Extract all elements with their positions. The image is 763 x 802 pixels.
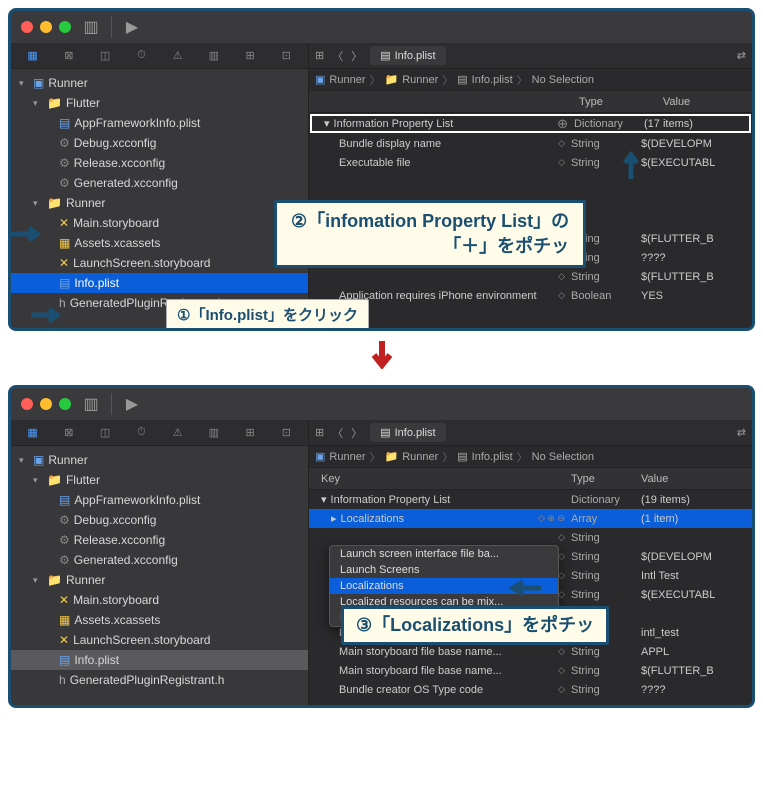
tree-item[interactable]: ✕LaunchScreen.storyboard [11, 630, 308, 650]
plist-header: Type Value [309, 91, 752, 113]
tree-folder-runner[interactable]: ▾📁Runner [11, 193, 308, 213]
pointer-arrow-icon [9, 224, 49, 244]
tree-item[interactable]: ✕Main.storyboard [11, 590, 308, 610]
callout-2: ②「infomation Property List」の「＋」をポチッ [274, 200, 586, 268]
callout-3: ③「Localizations」をポチッ [341, 606, 609, 645]
editor-options-icon[interactable]: ⇄ [737, 49, 746, 62]
editor-pane: ▣ Runner 📱 〉 iPhone 15 P Runner: Ready ☁… [309, 43, 752, 328]
tree-item[interactable]: ⚙Generated.xcconfig [11, 173, 308, 193]
tree-item[interactable]: hGeneratedPluginRegistrant.h [11, 670, 308, 690]
tree-folder-runner[interactable]: ▾📁Runner [11, 570, 308, 590]
window-titlebar: ▥ ▶ [11, 11, 752, 43]
back-button[interactable]: 〈 [332, 48, 343, 64]
plist-row[interactable]: Executable file◇String$(EXECUTABL [309, 153, 752, 172]
active-tab[interactable]: ▤ Info.plist [370, 423, 445, 442]
plist-row[interactable]: Bundle display name◇String$(DEVELOPM [309, 134, 752, 153]
tree-folder-flutter[interactable]: ▾📁Flutter [11, 470, 308, 490]
tree-item[interactable]: ⚙Generated.xcconfig [11, 550, 308, 570]
plist-root-row[interactable]: ▾Information Property List⊕ Dictionary (… [310, 114, 751, 133]
project-navigator: ▦⊠◫⏱⚠▥⊞⊡ ▾▣Runner ▾📁Flutter ▤AppFramewor… [11, 420, 309, 705]
callout-1: ①「Info.plist」をクリック [166, 299, 369, 330]
project-navigator: ▦⊠◫⏱⚠▥⊞⊡ ▾▣Runner ▾📁Flutter ▤AppFramewor… [11, 43, 309, 328]
tree-item[interactable]: ▤AppFrameworkInfo.plist [11, 113, 308, 133]
plist-row[interactable]: Bundle creator OS Type code◇String???? [309, 680, 752, 699]
close-window[interactable] [21, 398, 33, 410]
pointer-arrow-icon [29, 305, 69, 325]
tree-root[interactable]: ▾▣Runner [11, 73, 308, 93]
tree-item[interactable]: ⚙Debug.xcconfig [11, 510, 308, 530]
forward-button[interactable]: 〉 [351, 48, 362, 64]
tree-item-infoplist[interactable]: ▤Info.plist [11, 273, 308, 293]
traffic-lights [21, 398, 71, 410]
run-button[interactable]: ▶ [122, 17, 142, 37]
plist-row[interactable]: ◇String$(FLUTTER_B [309, 267, 752, 286]
tree-item[interactable]: ⚙Debug.xcconfig [11, 133, 308, 153]
maximize-window[interactable] [59, 21, 71, 33]
plist-header: Key Type Value [309, 468, 752, 490]
tree-item[interactable]: ✕Main.storyboard [11, 213, 308, 233]
folder-tab-icon[interactable]: ▦ [15, 49, 50, 62]
tree-item-infoplist[interactable]: ▤Info.plist [11, 650, 308, 670]
sidebar-toggle-icon[interactable]: ▥ [81, 394, 101, 414]
pointer-arrow-icon [503, 578, 543, 598]
breadcrumb[interactable]: ▣Runner〉 📁Runner〉 ▤Info.plist〉 No Select… [309, 446, 752, 468]
tree-folder-flutter[interactable]: ▾📁Flutter [11, 93, 308, 113]
traffic-lights [21, 21, 71, 33]
window-titlebar: ▥ ▶ [11, 388, 752, 420]
plist-row[interactable] [309, 172, 752, 191]
editor-toolbar-icon[interactable]: ⊞ [315, 49, 324, 62]
flow-arrow-down-icon [0, 339, 763, 377]
close-window[interactable] [21, 21, 33, 33]
dropdown-item[interactable]: Launch screen interface file ba... [330, 546, 558, 562]
tree-item[interactable]: ▤AppFrameworkInfo.plist [11, 490, 308, 510]
tree-item[interactable]: ▦Assets.xcassets [11, 610, 308, 630]
plist-row[interactable]: Main storyboard file base name...◇String… [309, 661, 752, 680]
sidebar-toggle-icon[interactable]: ▥ [81, 17, 101, 37]
plist-row-localizations[interactable]: ▸Localizations◇ ⊕ ⊖ Array (1 item) [309, 509, 752, 528]
editor-pane: ▣ Runner 📱 〉 iPhone 15 P Runner: Ready ☁… [309, 420, 752, 705]
minimize-window[interactable] [40, 398, 52, 410]
tree-item[interactable]: ▦Assets.xcassets [11, 233, 308, 253]
breadcrumb[interactable]: ▣Runner〉 📁Runner〉 ▤Info.plist〉 No Select… [309, 69, 752, 91]
navigator-tabs[interactable]: ▦⊠◫⏱⚠▥⊞⊡ [11, 43, 308, 69]
tree-item[interactable]: ⚙Release.xcconfig [11, 530, 308, 550]
plist-row[interactable]: Application requires iPhone environment◇… [309, 286, 752, 305]
pointer-arrow-icon [621, 151, 641, 181]
tree-item[interactable]: ✕LaunchScreen.storyboard [11, 253, 308, 273]
plist-root-row[interactable]: ▾Information Property List Dictionary (1… [309, 490, 752, 509]
active-tab[interactable]: ▤ Info.plist [370, 46, 445, 65]
run-button[interactable]: ▶ [122, 394, 142, 414]
tree-root[interactable]: ▾▣Runner [11, 450, 308, 470]
minimize-window[interactable] [40, 21, 52, 33]
navigator-tabs[interactable]: ▦⊠◫⏱⚠▥⊞⊡ [11, 420, 308, 446]
tree-item[interactable]: ⚙Release.xcconfig [11, 153, 308, 173]
dropdown-item[interactable]: Launch Screens [330, 562, 558, 578]
add-button[interactable]: ⊕ [557, 116, 568, 132]
maximize-window[interactable] [59, 398, 71, 410]
